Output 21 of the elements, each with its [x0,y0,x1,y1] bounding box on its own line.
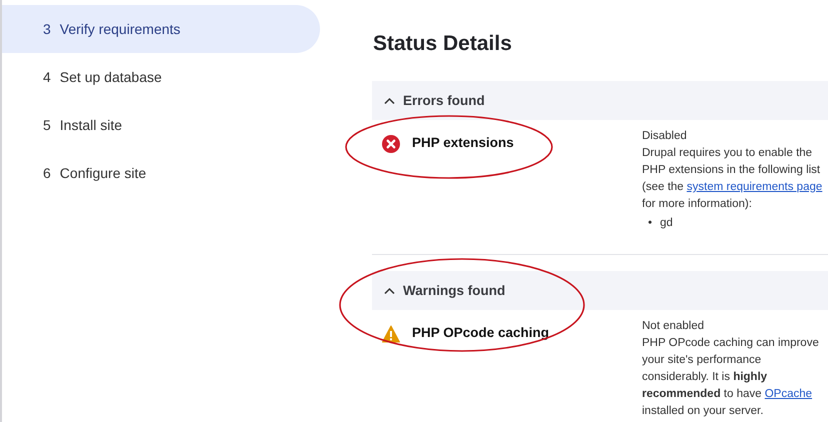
page-title: Status Details [373,32,513,56]
error-icon [382,135,400,153]
list-item: gd [660,216,673,231]
sidebar-item[interactable]: 3 Verify requirements [2,5,320,53]
warning-icon [382,325,400,343]
section-header[interactable]: Warnings found [372,271,828,310]
sidebar-item[interactable]: 4 Set up database [2,53,320,101]
requirement-description: Drupal requires you to enable the PHP extensions in the following list (see the system requirements page for more information): [642,146,824,212]
sidebar-item[interactable]: 6 Configure site [2,149,320,197]
requirement-title: PHP extensions [412,135,514,150]
requirement-title: PHP OPcode caching [412,325,550,340]
sidebar-item[interactable]: 5 Install site [2,101,320,149]
section-header[interactable]: Errors found [372,81,828,120]
requirement-status: Disabled [642,129,688,144]
text-link[interactable]: OPcache [764,388,812,400]
chevron-up-icon [384,286,395,294]
list-bullet: • [648,216,652,231]
chevron-up-icon [384,96,395,104]
requirement-description: PHP OPcode caching can improve your site's performance considerably. It is highly recommended to have OPcache installed on your server. [642,336,820,419]
text-link[interactable]: system requirements page [686,181,822,193]
requirement-status: Not enabled [642,319,706,334]
